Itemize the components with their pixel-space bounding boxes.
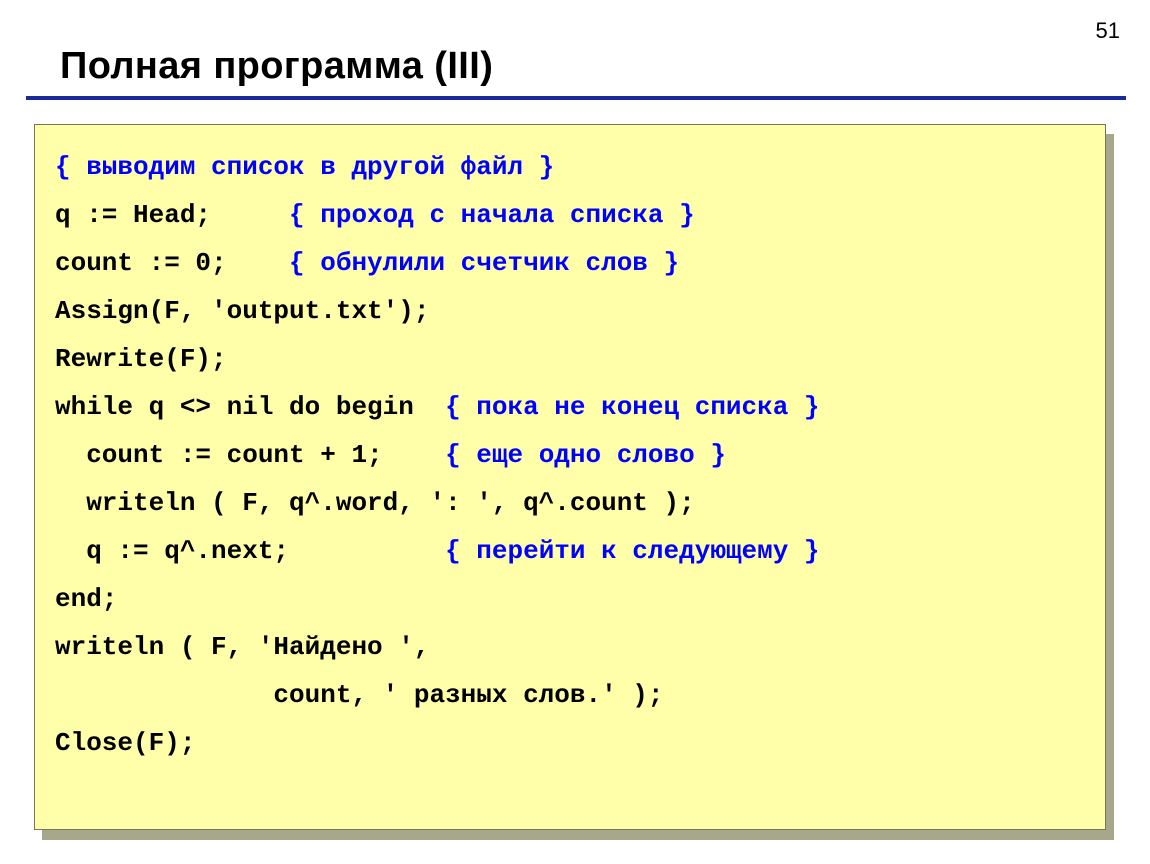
code-text: while q <> nil do begin <box>55 392 445 422</box>
code-line: q := Head; { проход с начала списка } <box>55 191 1085 239</box>
code-text: q := Head; <box>55 200 289 230</box>
code-line: writeln ( F, 'Найдено ', <box>55 623 1085 671</box>
code-line: end; <box>55 575 1085 623</box>
code-block: { выводим список в другой файл } q := Hea… <box>34 124 1106 830</box>
code-text: Close(F); <box>55 728 195 758</box>
code-comment: { выводим список в другой файл } <box>55 152 554 182</box>
code-text: count, ' разных слов.' ); <box>55 680 664 710</box>
code-comment: { пока не конец списка } <box>445 392 819 422</box>
code-line: Rewrite(F); <box>55 335 1085 383</box>
code-comment: { перейти к следующему } <box>445 536 819 566</box>
page-title: Полная программа (III) <box>60 45 493 88</box>
code-line: Close(F); <box>55 719 1085 767</box>
code-line: count := 0; { обнулили счетчик слов } <box>55 239 1085 287</box>
code-text: count := 0; <box>55 248 289 278</box>
code-line: Assign(F, 'output.txt'); <box>55 287 1085 335</box>
code-text: count := count + 1; <box>55 440 445 470</box>
code-line: writeln ( F, q^.word, ': ', q^.count ); <box>55 479 1085 527</box>
code-line: q := q^.next; { перейти к следующему } <box>55 527 1085 575</box>
title-underline <box>26 96 1126 100</box>
code-line: count, ' разных слов.' ); <box>55 671 1085 719</box>
code-text: Assign(F, 'output.txt'); <box>55 296 429 326</box>
code-text: writeln ( F, q^.word, ': ', q^.count ); <box>55 488 695 518</box>
code-comment: { обнулили счетчик слов } <box>289 248 679 278</box>
code-comment: { проход с начала списка } <box>289 200 695 230</box>
code-text: end; <box>55 584 117 614</box>
code-text: q := q^.next; <box>55 536 445 566</box>
code-line: count := count + 1; { еще одно слово } <box>55 431 1085 479</box>
code-line: { выводим список в другой файл } <box>55 143 1085 191</box>
code-comment: { еще одно слово } <box>445 440 726 470</box>
code-text: writeln ( F, 'Найдено ', <box>55 632 429 662</box>
code-line: while q <> nil do begin { пока не конец … <box>55 383 1085 431</box>
page-number: 51 <box>1096 18 1120 44</box>
code-text: Rewrite(F); <box>55 344 227 374</box>
